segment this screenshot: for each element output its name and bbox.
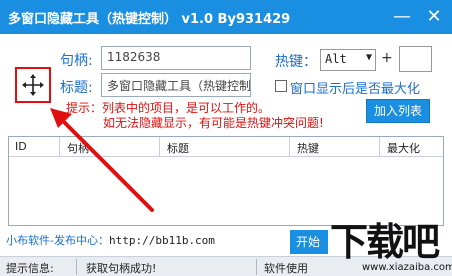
- status-right: 软件使用: [264, 262, 308, 275]
- status-divider: [256, 259, 257, 275]
- status-divider: [76, 259, 77, 275]
- watermark: 下载吧 www.xiazaiba.com: [322, 220, 452, 276]
- status-label: 提示信息:: [6, 262, 54, 275]
- publisher-link-label: 小布软件-发布中心：: [6, 234, 109, 247]
- watermark-url: www.xiazaiba.com: [362, 262, 452, 273]
- status-message: 获取句柄成功!: [86, 262, 157, 275]
- watermark-brand: 下载吧: [330, 220, 440, 264]
- publisher-link-url[interactable]: http://bb11b.com: [109, 234, 215, 247]
- publisher-link[interactable]: 小布软件-发布中心：http://bb11b.com: [6, 232, 215, 248]
